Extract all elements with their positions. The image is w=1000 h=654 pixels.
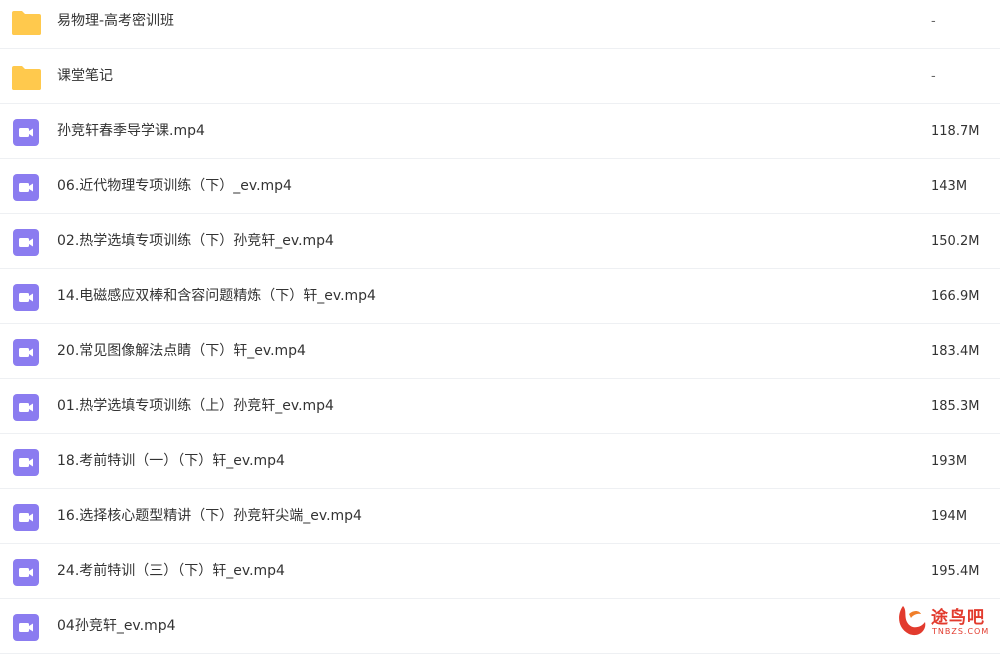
video-file-icon (11, 449, 42, 476)
file-size: - (931, 14, 936, 29)
file-size: 185.3M (931, 399, 980, 414)
file-size: 183.4M (931, 344, 980, 359)
folder-icon (11, 9, 42, 36)
file-size: 143M (931, 179, 968, 194)
file-name[interactable]: 课堂笔记 (57, 49, 113, 104)
folder-icon (11, 64, 42, 91)
file-size: 150.2M (931, 234, 980, 249)
file-name[interactable]: 14.电磁感应双棒和含容问题精炼（下）轩_ev.mp4 (57, 269, 376, 324)
video-file-icon (11, 284, 42, 311)
file-name[interactable]: 04孙竞轩_ev.mp4 (57, 599, 176, 654)
file-name[interactable]: 16.选择核心题型精讲（下）孙竞轩尖端_ev.mp4 (57, 489, 362, 544)
file-name[interactable]: 06.近代物理专项训练（下）_ev.mp4 (57, 159, 292, 214)
file-name[interactable]: 01.热学选填专项训练（上）孙竞轩_ev.mp4 (57, 379, 334, 434)
file-row[interactable]: 孙竞轩春季导学课.mp4 118.7M (0, 104, 1000, 159)
file-row[interactable]: 02.热学选填专项训练（下）孙竞轩_ev.mp4 150.2M (0, 214, 1000, 269)
file-size: 166.9M (931, 289, 980, 304)
file-row[interactable]: 24.考前特训（三）（下）轩_ev.mp4 195.4M (0, 544, 1000, 599)
video-file-icon (11, 394, 42, 421)
file-row[interactable]: 04孙竞轩_ev.mp4 (0, 599, 1000, 654)
video-file-icon (11, 174, 42, 201)
file-name[interactable]: 18.考前特训（一）（下）轩_ev.mp4 (57, 434, 285, 489)
file-name[interactable]: 孙竞轩春季导学课.mp4 (57, 104, 205, 159)
file-size: 193M (931, 454, 968, 469)
video-file-icon (11, 559, 42, 586)
file-name[interactable]: 20.常见图像解法点睛（下）轩_ev.mp4 (57, 324, 306, 379)
file-row[interactable]: 20.常见图像解法点睛（下）轩_ev.mp4 183.4M (0, 324, 1000, 379)
video-file-icon (11, 229, 42, 256)
file-size: - (931, 69, 936, 84)
file-size: 195.4M (931, 564, 980, 579)
video-file-icon (11, 119, 42, 146)
file-name[interactable]: 02.热学选填专项训练（下）孙竞轩_ev.mp4 (57, 214, 334, 269)
video-file-icon (11, 339, 42, 366)
file-list: 易物理-高考密训班 - 课堂笔记 - 孙竞轩春季导学课.mp4 118.7M 06.近代物理… (0, 0, 1000, 654)
file-row[interactable]: 16.选择核心题型精讲（下）孙竞轩尖端_ev.mp4 194M (0, 489, 1000, 544)
file-name[interactable]: 24.考前特训（三）（下）轩_ev.mp4 (57, 544, 285, 599)
video-file-icon (11, 504, 42, 531)
file-row[interactable]: 06.近代物理专项训练（下）_ev.mp4 143M (0, 159, 1000, 214)
video-file-icon (11, 614, 42, 641)
file-size: 194M (931, 509, 968, 524)
file-row[interactable]: 14.电磁感应双棒和含容问题精炼（下）轩_ev.mp4 166.9M (0, 269, 1000, 324)
file-row[interactable]: 01.热学选填专项训练（上）孙竞轩_ev.mp4 185.3M (0, 379, 1000, 434)
file-size: 118.7M (931, 124, 980, 139)
folder-row[interactable]: 易物理-高考密训班 - (0, 0, 1000, 49)
folder-row[interactable]: 课堂笔记 - (0, 49, 1000, 104)
file-name[interactable]: 易物理-高考密训班 (57, 0, 174, 49)
file-row[interactable]: 18.考前特训（一）（下）轩_ev.mp4 193M (0, 434, 1000, 489)
